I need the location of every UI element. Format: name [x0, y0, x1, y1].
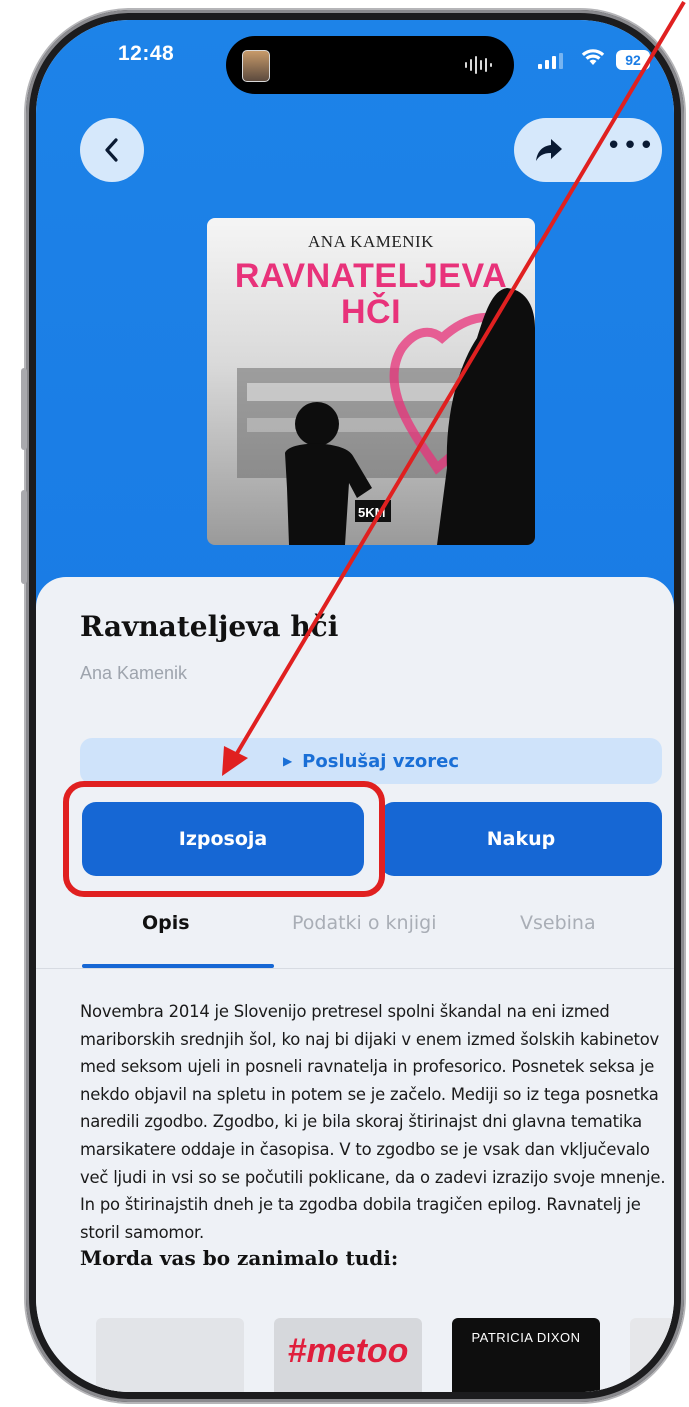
audio-wave-icon: [465, 56, 492, 74]
cover-title-text: RAVNATELJEVA HČI: [234, 257, 508, 331]
now-playing-thumbnail: [242, 50, 270, 82]
dynamic-island[interactable]: [226, 36, 514, 94]
book-title: Ravnateljeva hči: [80, 610, 339, 643]
app-screen: 12:48 92 ••• ANA KAMENIK RAVNATELJEVA HČ…: [36, 20, 674, 1392]
cover-author-text: ANA KAMENIK: [308, 232, 434, 251]
status-bar: 12:48 92: [36, 20, 674, 110]
listen-sample-label: Poslušaj vzorec: [302, 750, 460, 772]
volume-down-button: [21, 490, 27, 584]
tab-podatki-o-knjigi[interactable]: Podatki o knjigi: [292, 912, 437, 934]
cover-badge: 5KM: [358, 505, 386, 520]
signal-icon: [538, 53, 563, 69]
volume-up-button: [21, 368, 27, 450]
buy-button[interactable]: Nakup: [380, 802, 662, 876]
suggestion-title: #metoo: [287, 1332, 409, 1370]
suggestion-item[interactable]: PATRICIA DIXON: [452, 1318, 600, 1392]
suggestions-heading: Morda vas bo zanimalo tudi:: [80, 1246, 399, 1270]
listen-sample-button[interactable]: ▶ Poslušaj vzorec: [80, 738, 662, 784]
chevron-left-icon: [105, 138, 118, 162]
suggestion-item[interactable]: #metoo: [274, 1318, 422, 1392]
tabs-divider: [36, 968, 674, 969]
status-time: 12:48: [118, 42, 175, 65]
tab-opis[interactable]: Opis: [142, 912, 190, 934]
book-author[interactable]: Ana Kamenik: [80, 663, 187, 684]
detail-tabs: Opis Podatki o knjigi Vsebina: [36, 900, 674, 970]
action-pill: •••: [514, 118, 662, 182]
borrow-button[interactable]: Izposoja: [82, 802, 364, 876]
share-icon[interactable]: [534, 136, 564, 164]
wifi-icon: [581, 47, 605, 72]
suggestion-item[interactable]: [96, 1318, 244, 1392]
suggestion-title: PATRICIA DIXON: [471, 1330, 581, 1345]
book-cover: ANA KAMENIK RAVNATELJEVA HČI 5KM: [207, 218, 535, 545]
more-icon[interactable]: •••: [606, 133, 655, 159]
back-button[interactable]: [80, 118, 144, 182]
play-icon: ▶: [282, 754, 293, 768]
battery-indicator: 92: [616, 50, 650, 70]
suggestion-item[interactable]: [630, 1318, 674, 1392]
book-description: Novembra 2014 je Slovenijo pretresel spo…: [80, 1002, 666, 1242]
tab-vsebina[interactable]: Vsebina: [520, 912, 596, 934]
